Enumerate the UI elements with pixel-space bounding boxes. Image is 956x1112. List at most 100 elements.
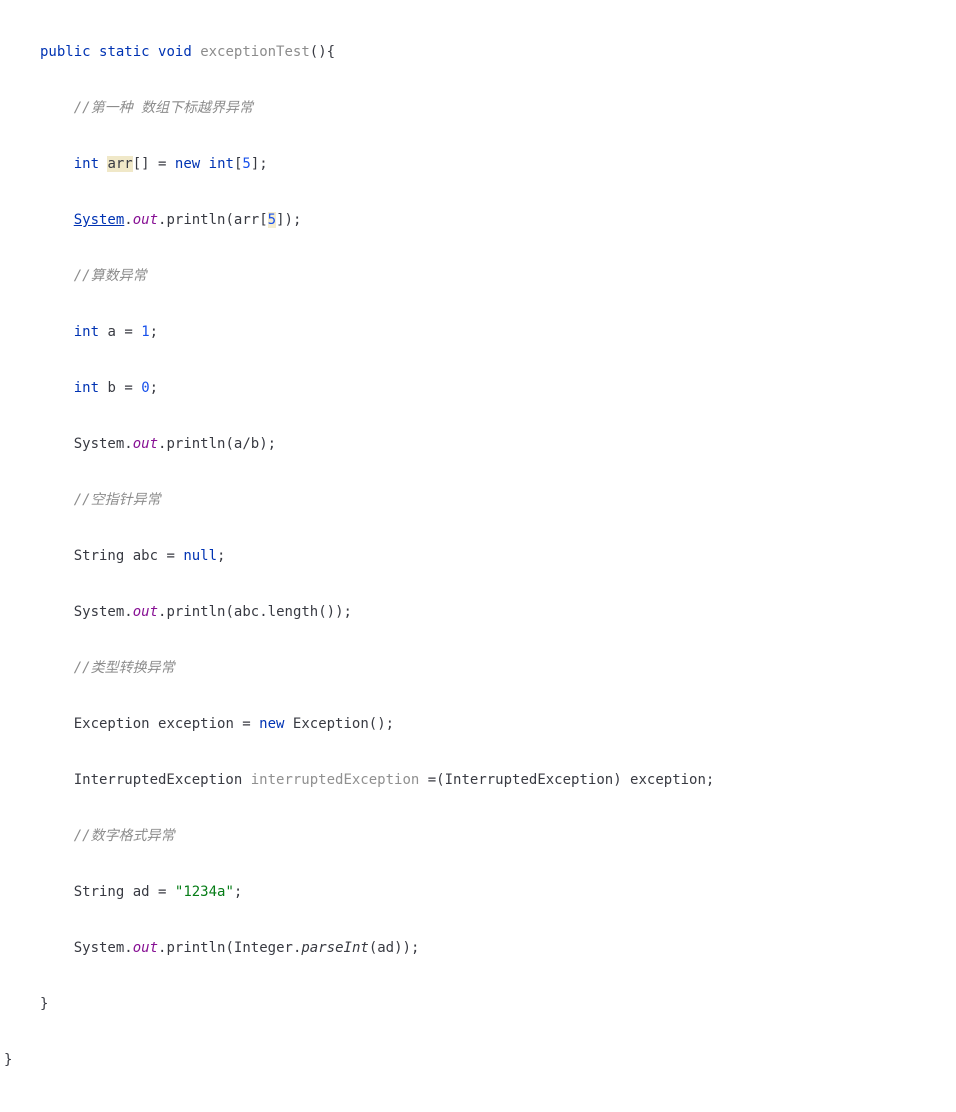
- code-line: String ad = "1234a";: [40, 878, 956, 906]
- brackets: []: [133, 156, 150, 172]
- code-line: public static void exceptionTest(){: [40, 38, 956, 66]
- semi: ;: [386, 716, 394, 732]
- code-block: public static void exceptionTest(){ //第一…: [0, 0, 956, 1112]
- paren: ): [613, 772, 621, 788]
- code-line: String abc = null;: [40, 542, 956, 570]
- comment: //算数异常: [74, 268, 147, 284]
- code-line: Exception exception = new Exception();: [40, 710, 956, 738]
- println: println: [166, 940, 225, 956]
- keyword-null: null: [183, 548, 217, 564]
- paren: (: [225, 940, 233, 956]
- var-exception: exception: [158, 716, 234, 732]
- keyword-static: static: [99, 44, 150, 60]
- comment: //空指针异常: [74, 492, 161, 508]
- method-name: exceptionTest: [200, 44, 310, 60]
- code-line: //第一种 数组下标越界异常: [40, 94, 956, 122]
- println: println: [166, 212, 225, 228]
- brace: }: [40, 996, 48, 1012]
- keyword-int: int: [74, 380, 99, 396]
- slash: /: [242, 436, 250, 452]
- var-ad: ad: [377, 940, 394, 956]
- dot: .: [124, 212, 132, 228]
- eq: =: [116, 380, 141, 396]
- brace: {: [327, 44, 335, 60]
- semi: ;: [259, 156, 267, 172]
- system-ref: System: [74, 212, 125, 228]
- eq: =: [150, 156, 175, 172]
- var-interrupted: interruptedException: [251, 772, 420, 788]
- paren: ): [394, 940, 402, 956]
- semi: ;: [706, 772, 714, 788]
- paren: ): [285, 212, 293, 228]
- keyword-new: new: [175, 156, 200, 172]
- paren: ): [335, 604, 343, 620]
- comment: //第一种 数组下标越界异常: [74, 100, 253, 116]
- var-arr: arr: [234, 212, 259, 228]
- eq: =: [150, 884, 175, 900]
- paren: ): [259, 436, 267, 452]
- bracket: ]: [276, 212, 284, 228]
- eq: =: [158, 548, 183, 564]
- paren: (: [225, 604, 233, 620]
- code-line: int arr[] = new int[5];: [40, 150, 956, 178]
- semi: ;: [268, 436, 276, 452]
- semi: ;: [344, 604, 352, 620]
- dot: .: [158, 940, 166, 956]
- dot: .: [158, 604, 166, 620]
- number: 1: [141, 324, 149, 340]
- code-line: //类型转换异常: [40, 654, 956, 682]
- number: 5: [242, 156, 250, 172]
- paren: (: [369, 940, 377, 956]
- var-ad: ad: [133, 884, 150, 900]
- println: println: [166, 604, 225, 620]
- out-field: out: [133, 940, 158, 956]
- dot: .: [124, 604, 132, 620]
- code-line: System.out.println(arr[5]);: [40, 206, 956, 234]
- semi: ;: [411, 940, 419, 956]
- code-line: System.out.println(Integer.parseInt(ad))…: [40, 934, 956, 962]
- paren: (: [310, 44, 318, 60]
- semi: ;: [293, 212, 301, 228]
- code-line: //空指针异常: [40, 486, 956, 514]
- system-ref: System: [74, 940, 125, 956]
- paren: ): [403, 940, 411, 956]
- code-line: System.out.println(a/b);: [40, 430, 956, 458]
- class-exception: Exception: [74, 716, 150, 732]
- comment: //数字格式异常: [74, 828, 175, 844]
- number: 5: [268, 212, 276, 228]
- code-line: }: [4, 1046, 956, 1074]
- paren: ): [318, 44, 326, 60]
- dot: .: [124, 940, 132, 956]
- class-interrupted: InterruptedException: [74, 772, 243, 788]
- var-exception: exception: [622, 772, 706, 788]
- var-arr: arr: [107, 156, 132, 172]
- eq: =: [234, 716, 259, 732]
- dot: .: [293, 940, 301, 956]
- semi: ;: [234, 884, 242, 900]
- var-abc: abc: [234, 604, 259, 620]
- keyword-int: int: [74, 324, 99, 340]
- keyword-int: int: [74, 156, 99, 172]
- class-string: String: [74, 884, 125, 900]
- semi: ;: [150, 324, 158, 340]
- code-line: //数字格式异常: [40, 822, 956, 850]
- parens: (): [369, 716, 386, 732]
- system-ref: System: [74, 604, 125, 620]
- paren: (: [225, 436, 233, 452]
- semi: ;: [150, 380, 158, 396]
- paren: (: [436, 772, 444, 788]
- var-abc: abc: [133, 548, 158, 564]
- out-field: out: [133, 212, 158, 228]
- semi: ;: [217, 548, 225, 564]
- println: println: [166, 436, 225, 452]
- eq: =: [116, 324, 141, 340]
- dot: .: [124, 436, 132, 452]
- code-line: InterruptedException interruptedExceptio…: [40, 766, 956, 794]
- var-b: b: [107, 380, 115, 396]
- dot: .: [259, 604, 267, 620]
- method-length: length: [268, 604, 319, 620]
- comment: //类型转换异常: [74, 660, 175, 676]
- keyword-public: public: [40, 44, 91, 60]
- out-field: out: [133, 604, 158, 620]
- number: 0: [141, 380, 149, 396]
